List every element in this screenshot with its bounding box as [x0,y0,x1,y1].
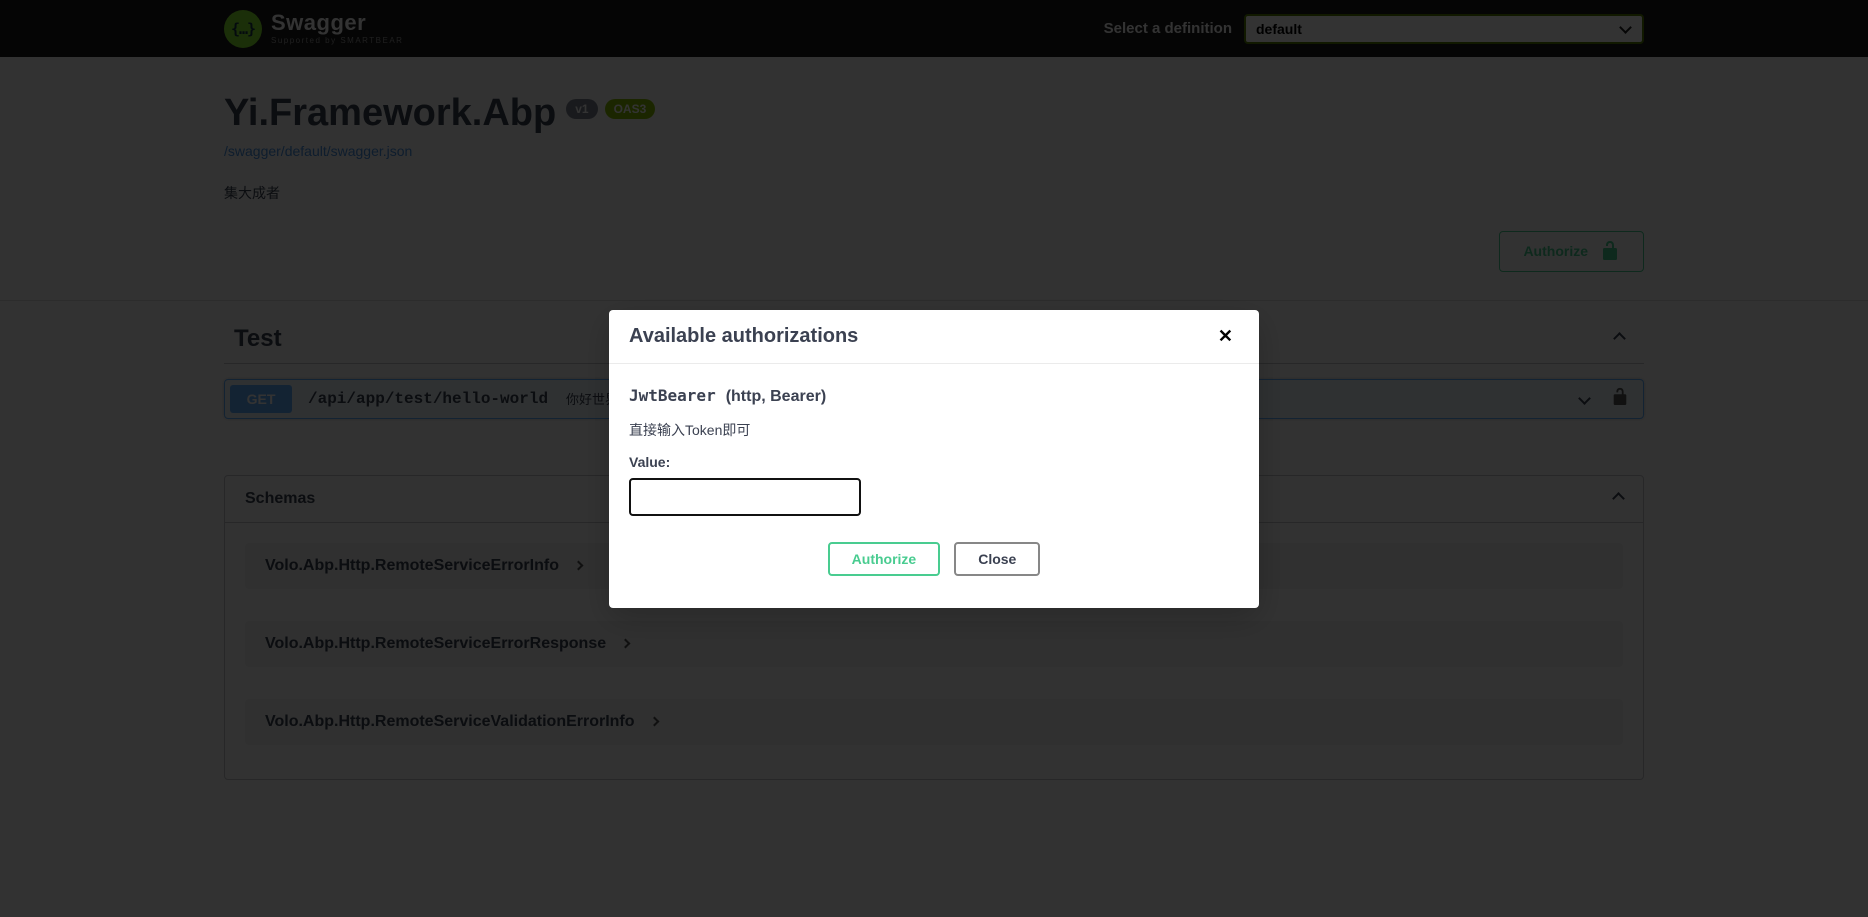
modal-authorize-button[interactable]: Authorize [828,542,941,576]
auth-scheme-type: (http, Bearer) [726,388,826,406]
close-icon[interactable]: ✕ [1212,325,1239,347]
authorizations-modal: Available authorizations ✕ JwtBearer (ht… [609,310,1259,608]
modal-title: Available authorizations [629,325,858,348]
modal-close-button[interactable]: Close [954,542,1040,576]
auth-scheme-description: 直接输入Token即可 [629,420,1239,440]
value-label: Value: [629,454,1239,470]
auth-scheme-name: JwtBearer [629,386,716,405]
token-value-input[interactable] [629,478,861,516]
